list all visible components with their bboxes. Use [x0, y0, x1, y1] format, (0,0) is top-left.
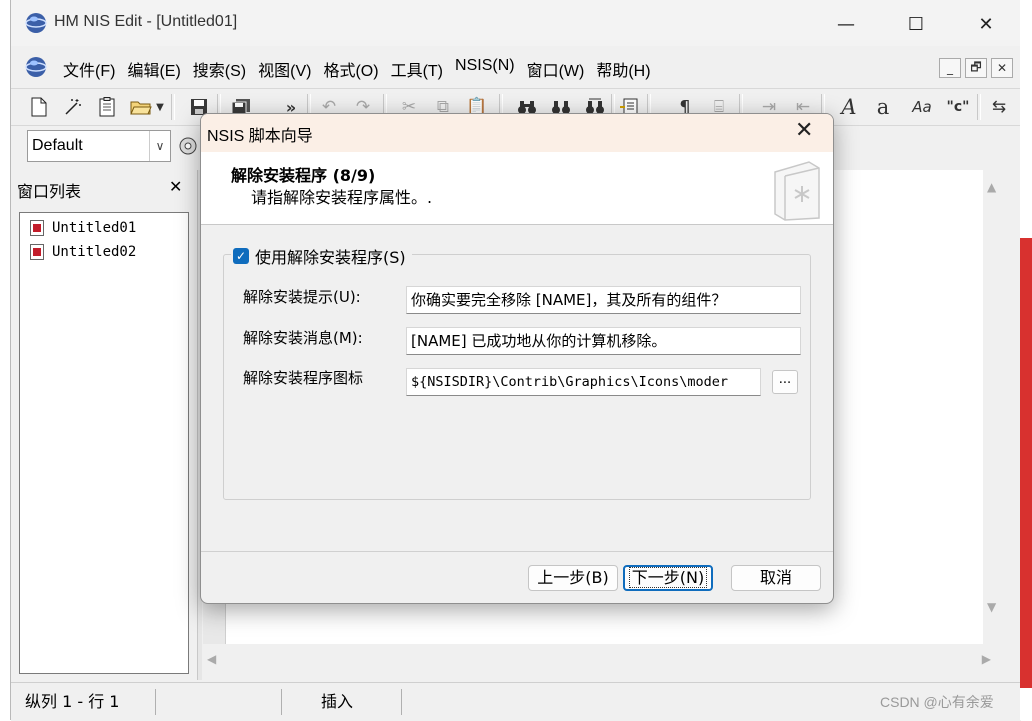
chevron-down-icon[interactable]: ∨ — [149, 131, 170, 161]
new-file-icon[interactable] — [27, 95, 51, 119]
wizard-book-icon — [774, 161, 820, 221]
toolbar-separator — [977, 94, 981, 120]
status-insert-mode: 插入 — [321, 689, 402, 715]
nsis-wizard-dialog: NSIS 脚本向导 ✕ 解除安装程序 (8/9) 请指解除安装程序属性。. ✓ … — [200, 113, 834, 604]
uninstall-message-input[interactable]: [NAME] 已成功地从你的计算机移除。 — [406, 327, 801, 355]
step-title: 解除安装程序 (8/9) — [231, 166, 376, 185]
wrap-arrow-icon[interactable]: ⇆ — [987, 95, 1011, 119]
title-bar: HM NIS Edit - [Untitled01] — ☐ ✕ — [11, 0, 1021, 46]
app-globe-icon — [25, 13, 47, 33]
step-description: 请指解除安装程序属性。. — [251, 188, 433, 207]
scroll-left-icon[interactable]: ◀ — [207, 652, 216, 666]
template-icon[interactable] — [95, 95, 119, 119]
browse-icon-button[interactable]: ... — [772, 370, 798, 394]
minimize-button[interactable]: — — [823, 8, 869, 40]
use-uninstaller-checkbox[interactable]: ✓ — [233, 248, 249, 264]
mdi-close-button[interactable]: ✕ — [991, 58, 1013, 78]
window-list-close-icon[interactable]: ✕ — [169, 177, 182, 196]
font-a-small-icon[interactable]: a — [871, 95, 895, 119]
open-folder-icon[interactable] — [129, 95, 153, 119]
next-button[interactable]: 下一步(N) — [623, 565, 713, 591]
open-dropdown-arrow-icon[interactable]: ▼ — [153, 95, 167, 119]
scroll-down-icon[interactable]: ▼ — [987, 600, 996, 614]
quote-c-icon[interactable]: "c" — [943, 95, 973, 119]
format-tool-icon[interactable] — [177, 134, 201, 158]
close-button[interactable]: ✕ — [963, 8, 1009, 40]
font-a-serif-icon[interactable]: A — [837, 95, 861, 119]
background-window-strip — [1020, 0, 1032, 720]
window-list-item-untitled01[interactable]: Untitled01 — [30, 217, 136, 239]
menu-items: 文件(F) 编辑(E) 搜索(S) 视图(V) 格式(O) 工具(T) NSIS… — [57, 57, 657, 81]
format-combo[interactable]: Default ∨ — [27, 130, 171, 162]
nsis-document-icon — [30, 220, 44, 236]
dialog-title: NSIS 脚本向导 — [207, 128, 313, 145]
status-position: 纵列 1 - 行 1 — [25, 689, 156, 715]
menu-bar: 文件(F) 编辑(E) 搜索(S) 视图(V) 格式(O) 工具(T) NSIS… — [11, 48, 1021, 86]
dialog-title-bar: NSIS 脚本向导 ✕ — [201, 114, 833, 152]
maximize-button[interactable]: ☐ — [893, 8, 939, 40]
menu-window[interactable]: 窗口(W) — [521, 57, 591, 81]
background-red-banner — [1020, 238, 1032, 688]
status-bar: 纵列 1 - 行 1 插入 — [11, 682, 1021, 721]
dialog-close-icon[interactable]: ✕ — [795, 118, 813, 143]
font-aa-icon[interactable]: Aa — [907, 95, 937, 119]
menu-help[interactable]: 帮助(H) — [590, 57, 656, 81]
horizontal-scrollbar[interactable]: ◀ ▶ — [203, 644, 1003, 676]
nsis-document-icon — [30, 244, 44, 260]
uninstall-prompt-label: 解除安装提示(U): — [243, 288, 361, 306]
menu-nsis[interactable]: NSIS(N) — [449, 57, 521, 81]
watermark: CSDN @心有余爱 — [880, 694, 994, 710]
window-list-title: 窗口列表 — [17, 184, 82, 201]
mdi-restore-button[interactable]: 🗗 — [965, 58, 987, 78]
document-globe-icon — [25, 57, 47, 77]
window-list-header: 窗口列表 ✕ — [11, 174, 199, 204]
window-list: Untitled01 Untitled02 — [19, 212, 189, 674]
uninstall-prompt-input[interactable]: 你确实要完全移除 [NAME]，其及所有的组件？ — [406, 286, 801, 314]
back-button[interactable]: 上一步(B) — [528, 565, 618, 591]
menu-file[interactable]: 文件(F) — [57, 57, 121, 81]
mdi-minimize-button[interactable]: _ — [939, 58, 961, 78]
menu-edit[interactable]: 编辑(E) — [121, 57, 186, 81]
wizard-icon[interactable] — [61, 95, 85, 119]
menu-view[interactable]: 视图(V) — [252, 57, 317, 81]
window-title: HM NIS Edit - [Untitled01] — [54, 13, 238, 30]
use-uninstaller-checkbox-row[interactable]: ✓ 使用解除安装程序(S) — [231, 244, 412, 268]
window-list-item-label: Untitled02 — [52, 244, 137, 260]
window-list-item-label: Untitled01 — [52, 220, 137, 236]
scroll-up-icon[interactable]: ▲ — [987, 180, 996, 194]
format-combo-value: Default — [32, 137, 83, 154]
menu-search[interactable]: 搜索(S) — [187, 57, 252, 81]
status-empty — [161, 689, 282, 715]
dialog-header: 解除安装程序 (8/9) 请指解除安装程序属性。. — [201, 152, 833, 225]
vertical-scrollbar[interactable]: ▲ ▼ — [983, 170, 1003, 644]
scroll-right-icon[interactable]: ▶ — [982, 652, 991, 666]
menu-tools[interactable]: 工具(T) — [385, 57, 449, 81]
toolbar-separator — [171, 94, 175, 120]
uninstall-message-label: 解除安装消息(M): — [243, 329, 363, 347]
dialog-footer-divider — [201, 551, 833, 552]
cancel-button[interactable]: 取消 — [731, 565, 821, 591]
use-uninstaller-label: 使用解除安装程序(S) — [255, 248, 406, 267]
uninstaller-icon-label: 解除安装程序图标 — [243, 369, 364, 387]
uninstaller-icon-input[interactable]: ${NSISDIR}\Contrib\Graphics\Icons\moder — [406, 368, 761, 396]
next-button-label: 下一步(N) — [628, 567, 708, 588]
menu-format[interactable]: 格式(O) — [317, 57, 384, 81]
window-list-item-untitled02[interactable]: Untitled02 — [30, 241, 136, 263]
